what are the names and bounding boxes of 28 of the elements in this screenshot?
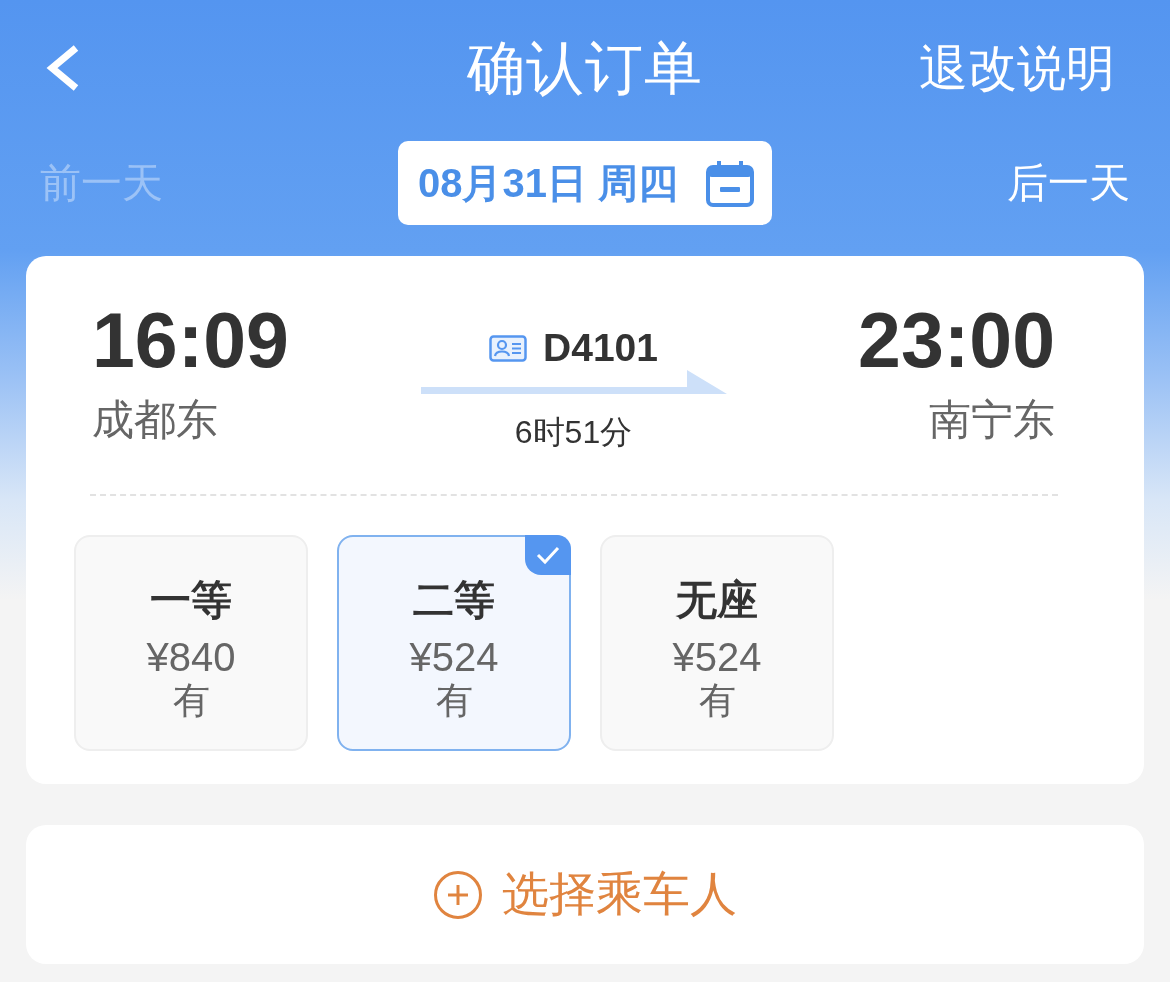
seat-price: ¥524 [672, 635, 762, 679]
page-title: 确认订单 [467, 34, 703, 102]
select-passenger-button[interactable]: 选择乘车人 [26, 825, 1144, 964]
date-picker-button[interactable]: 08月31日 周四 [397, 141, 773, 225]
seat-option[interactable]: 二等 ¥524 有 [337, 535, 571, 751]
departure-time: 16:09 [92, 298, 289, 382]
seat-class: 无座 [676, 576, 758, 624]
arrival-time: 23:00 [858, 298, 1055, 382]
seat-availability: 有 [698, 679, 736, 723]
train-number: D4101 [543, 326, 658, 370]
next-day-button[interactable]: 后一天 [1007, 158, 1130, 208]
seat-availability: 有 [435, 679, 473, 723]
seat-option[interactable]: 一等 ¥840 有 [74, 535, 308, 751]
seat-price: ¥840 [146, 635, 236, 679]
seat-availability: 有 [172, 679, 210, 723]
checkmark-icon [525, 535, 571, 575]
plus-circle-icon [433, 870, 482, 919]
arrival-station: 南宁东 [929, 396, 1055, 444]
seat-class: 二等 [413, 576, 495, 624]
refund-policy-link[interactable]: 退改说明 [919, 38, 1115, 98]
trip-duration: 6时51分 [514, 413, 633, 452]
id-card-icon [489, 334, 528, 362]
seat-option[interactable]: 无座 ¥524 有 [600, 535, 834, 751]
calendar-icon [706, 159, 755, 207]
seat-class: 一等 [150, 576, 232, 624]
departure-station: 成都东 [92, 396, 218, 444]
right-arrow-icon [420, 370, 727, 394]
seat-price: ¥524 [409, 635, 499, 679]
